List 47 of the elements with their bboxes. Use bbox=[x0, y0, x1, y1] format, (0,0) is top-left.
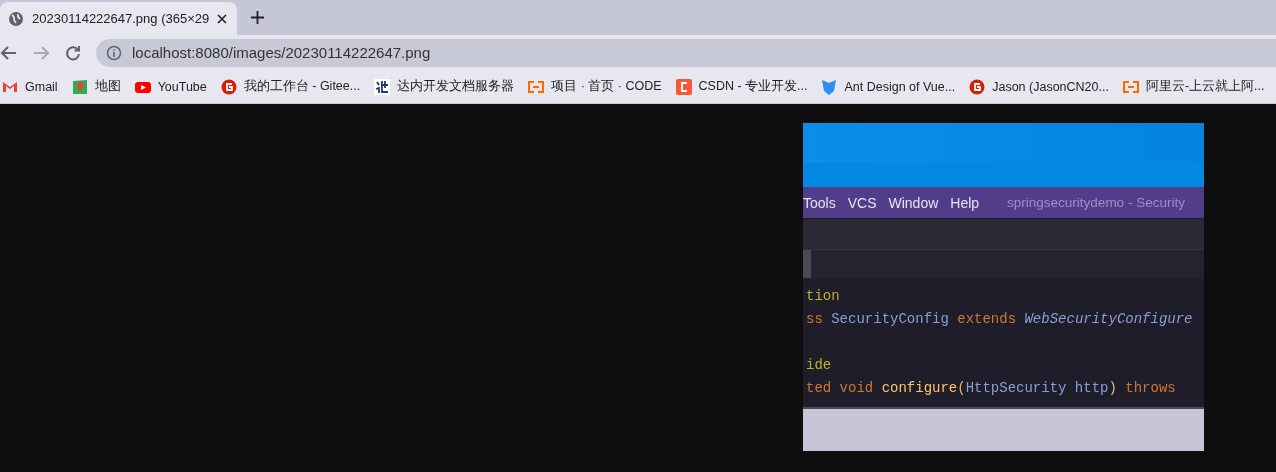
bookmark[interactable]: 达内开发文档服务器 bbox=[374, 78, 515, 95]
bookmark[interactable]: Gmail bbox=[2, 78, 58, 95]
bookmark[interactable]: 我的工作台 - Gitee... bbox=[220, 78, 361, 95]
bookmark[interactable]: 地图 bbox=[71, 78, 121, 95]
menu-item[interactable]: Window bbox=[888, 194, 939, 211]
square-logo-icon bbox=[675, 78, 692, 95]
menu-item[interactable]: Help bbox=[950, 194, 980, 211]
menu-item[interactable]: Tools bbox=[803, 194, 836, 211]
bookmark-label: 地图 bbox=[94, 78, 121, 95]
bookmark[interactable]: 阿里云-上云就上阿... bbox=[1122, 78, 1265, 95]
info-icon bbox=[106, 44, 122, 61]
new-tab-icon[interactable] bbox=[251, 11, 264, 24]
bookmark[interactable]: 项目 · 首页 · CODE bbox=[528, 78, 662, 95]
globe-icon bbox=[8, 10, 24, 27]
reload-icon[interactable] bbox=[64, 43, 82, 62]
url-text: localhost:8080/images/20230114222647.png bbox=[132, 44, 431, 61]
map-pin-icon bbox=[71, 78, 88, 95]
bookmark-label: CSDN - 专业开发... bbox=[698, 78, 808, 95]
code-line: ide bbox=[806, 357, 832, 373]
bookmark-label: 我的工作台 - Gitee... bbox=[243, 78, 361, 95]
bracket-icon bbox=[1122, 78, 1139, 95]
bookmark[interactable]: Jason (JasonCN20... bbox=[969, 78, 1109, 95]
square-logo-icon bbox=[374, 78, 391, 95]
tab-title: 20230114222647.png (365×29 bbox=[32, 11, 209, 26]
circle-logo-icon bbox=[969, 78, 986, 95]
code-line: ss SecurityConfig extends WebSecurityConfigure bbox=[806, 311, 1193, 327]
bookmark[interactable]: CSDN - 专业开发... bbox=[675, 78, 808, 95]
code-line: ted void configure(HttpSecurity http) throws bbox=[806, 380, 1176, 396]
close-icon[interactable] bbox=[217, 13, 227, 24]
back-arrow-icon[interactable] bbox=[0, 43, 18, 62]
shield-icon bbox=[821, 78, 838, 95]
code-line: tion bbox=[806, 288, 840, 304]
browser-tab[interactable]: 20230114222647.png (365×29 bbox=[0, 2, 237, 35]
bookmark[interactable]: YouTube bbox=[134, 78, 207, 95]
circle-logo-icon bbox=[220, 78, 237, 95]
window-title: springsecuritydemo - Security bbox=[1007, 195, 1185, 210]
bookmark-label: 项目 · 首页 · CODE bbox=[551, 78, 662, 95]
bookmark-label: Ant Design of Vue... bbox=[844, 79, 956, 94]
bookmark-label: 达内开发文档服务器 bbox=[397, 78, 515, 95]
bookmark[interactable]: Ant Design of Vue... bbox=[821, 78, 956, 95]
bookmark-label: Jason (JasonCN20... bbox=[992, 79, 1109, 94]
bracket-icon bbox=[528, 78, 545, 95]
menu-item[interactable]: VCS bbox=[847, 194, 877, 211]
bookmark-label: YouTube bbox=[157, 79, 207, 94]
bookmark-label: Gmail bbox=[25, 79, 58, 94]
address-bar[interactable]: localhost:8080/images/20230114222647.png bbox=[96, 38, 1276, 67]
bookmark-label: 阿里云-上云就上阿... bbox=[1145, 78, 1265, 95]
